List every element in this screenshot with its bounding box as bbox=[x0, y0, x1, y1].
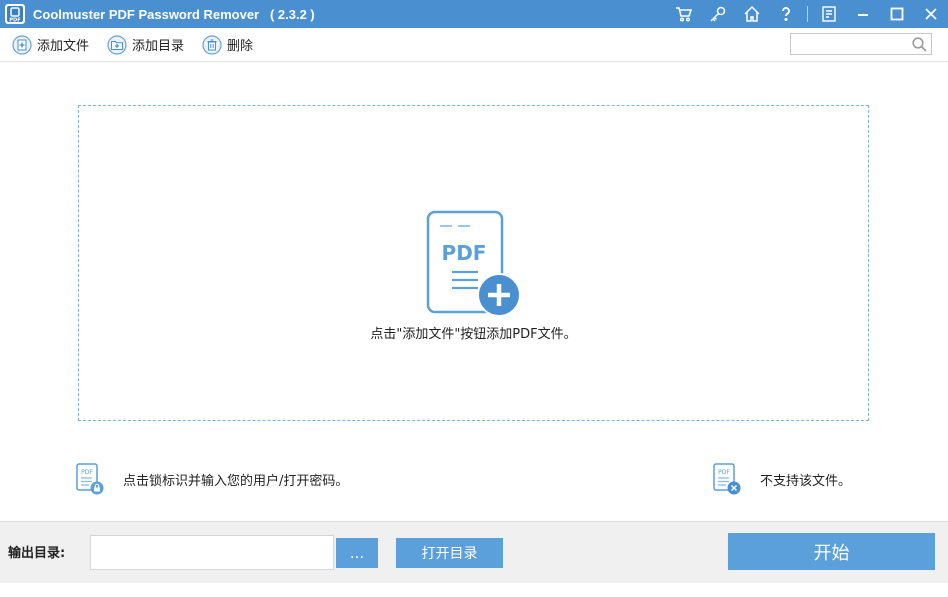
drop-hint-text: 点击"添加文件"按钮添加PDF文件。 bbox=[370, 327, 577, 342]
legend-unsupported: PDF 不支持该文件。 bbox=[712, 462, 851, 496]
maximize-icon[interactable] bbox=[880, 0, 914, 28]
add-folder-icon bbox=[107, 34, 127, 55]
window-title: Coolmuster PDF Password Remover ( 2.3.2 … bbox=[33, 6, 315, 22]
search-input[interactable] bbox=[791, 34, 909, 54]
output-bar: 输出目录: ... 打开目录 开始 bbox=[0, 521, 948, 583]
toolbar: 添加文件 添加目录 删除 bbox=[0, 28, 948, 62]
delete-label: 删除 bbox=[227, 39, 254, 54]
delete-button[interactable]: 删除 bbox=[202, 33, 253, 57]
browse-button[interactable]: ... bbox=[336, 538, 378, 568]
add-folder-button[interactable]: 添加目录 bbox=[107, 33, 184, 57]
title-separator bbox=[807, 6, 808, 22]
legend-lock-text: 点击锁标识并输入您的用户/打开密码。 bbox=[123, 473, 349, 489]
delete-icon bbox=[202, 34, 222, 55]
search-box bbox=[790, 33, 932, 55]
svg-text:PDF: PDF bbox=[9, 18, 20, 24]
add-file-icon bbox=[12, 34, 32, 55]
app-logo-icon: PDF bbox=[5, 4, 25, 24]
search-icon[interactable] bbox=[911, 36, 928, 53]
start-button[interactable]: 开始 bbox=[728, 533, 935, 570]
svg-text:PDF: PDF bbox=[442, 241, 487, 265]
unsupported-pdf-icon: PDF bbox=[713, 463, 741, 495]
feedback-icon[interactable] bbox=[812, 0, 846, 28]
pdf-add-icon[interactable]: PDF bbox=[426, 210, 524, 320]
output-directory-input[interactable] bbox=[90, 535, 334, 570]
add-file-button[interactable]: 添加文件 bbox=[12, 33, 89, 57]
home-icon[interactable] bbox=[735, 0, 769, 28]
add-folder-label: 添加目录 bbox=[132, 39, 185, 54]
title-bar: PDF Coolmuster PDF Password Remover ( 2.… bbox=[0, 0, 948, 28]
cart-icon[interactable] bbox=[667, 0, 701, 28]
locked-pdf-icon: PDF bbox=[76, 463, 104, 495]
open-folder-button[interactable]: 打开目录 bbox=[396, 538, 503, 568]
close-icon[interactable] bbox=[914, 0, 948, 28]
title-bar-controls bbox=[667, 0, 948, 28]
legend-locked: PDF 点击锁标识并输入您的用户/打开密码。 bbox=[75, 462, 348, 496]
key-icon[interactable] bbox=[701, 0, 735, 28]
svg-text:PDF: PDF bbox=[81, 469, 93, 476]
minimize-icon[interactable] bbox=[846, 0, 880, 28]
legend-unsupported-text: 不支持该文件。 bbox=[760, 473, 852, 489]
file-drop-zone[interactable]: PDF 点击"添加文件"按钮添加PDF文件。 bbox=[78, 105, 869, 421]
help-icon[interactable] bbox=[769, 0, 803, 28]
output-directory-label: 输出目录: bbox=[8, 546, 66, 561]
add-file-label: 添加文件 bbox=[37, 39, 90, 54]
svg-text:PDF: PDF bbox=[718, 469, 730, 476]
